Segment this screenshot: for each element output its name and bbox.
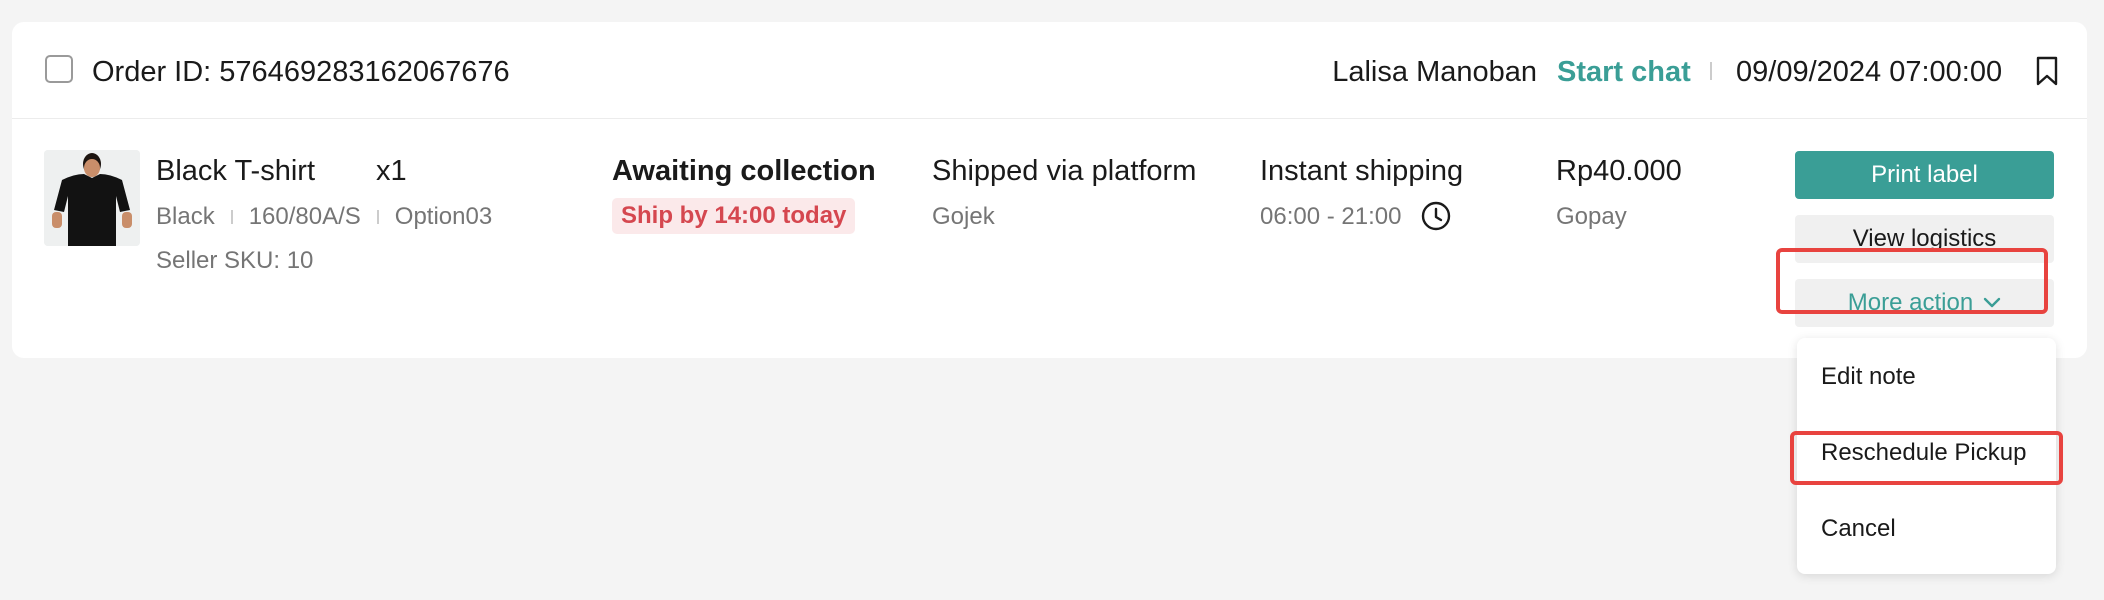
variant-size: 160/80A/S [248,203,361,230]
more-action-label: More action [1847,289,1974,316]
order-header: Order ID: 576469283162067676 Lalisa Mano… [12,22,2087,119]
order-price: Rp40.000 [1556,155,1682,187]
product-image[interactable] [44,150,140,246]
menu-item-cancel[interactable]: Cancel [1821,514,1896,544]
variant-option: Option03 [394,203,493,230]
start-chat-link[interactable]: Start chat [1557,55,1691,89]
more-action-button[interactable]: More action [1795,279,2054,327]
header-divider [1710,62,1712,80]
menu-item-reschedule-pickup[interactable]: Reschedule Pickup [1821,438,2026,468]
chevron-down-icon [1983,297,2001,307]
payment-method: Gopay [1556,203,1627,230]
order-id: Order ID: 576469283162067676 [92,56,510,88]
variant-separator [230,210,233,224]
product-variants: Black 160/80A/S Option03 [156,202,492,232]
product-name[interactable]: Black T-shirt [156,154,315,188]
more-action-menu: Edit note Reschedule Pickup Cancel [1797,338,2056,574]
shipping-method: Shipped via platform [932,155,1197,187]
menu-item-edit-note[interactable]: Edit note [1821,362,1916,392]
variant-color: Black [156,203,215,230]
delivery-option: Instant shipping [1260,155,1464,187]
order-select-checkbox[interactable] [45,55,73,83]
tshirt-image [44,150,140,246]
seller-sku: Seller SKU: 10 [156,247,314,274]
delivery-window: 06:00 - 21:00 [1260,203,1402,230]
bookmark-icon[interactable] [2035,56,2059,86]
variant-separator [376,210,379,224]
courier-name: Gojek [932,203,995,230]
order-card: Order ID: 576469283162067676 Lalisa Mano… [12,22,2087,358]
clock-icon[interactable] [1420,200,1452,232]
product-quantity: x1 [376,155,407,187]
print-label-button[interactable]: Print label [1795,151,2054,199]
view-logistics-button[interactable]: View logistics [1795,215,2054,263]
order-timestamp: 09/09/2024 07:00:00 [1736,56,2003,88]
buyer-name: Lalisa Manoban [1332,56,1537,88]
ship-by-badge: Ship by 14:00 today [612,198,856,234]
order-status: Awaiting collection [612,155,876,187]
